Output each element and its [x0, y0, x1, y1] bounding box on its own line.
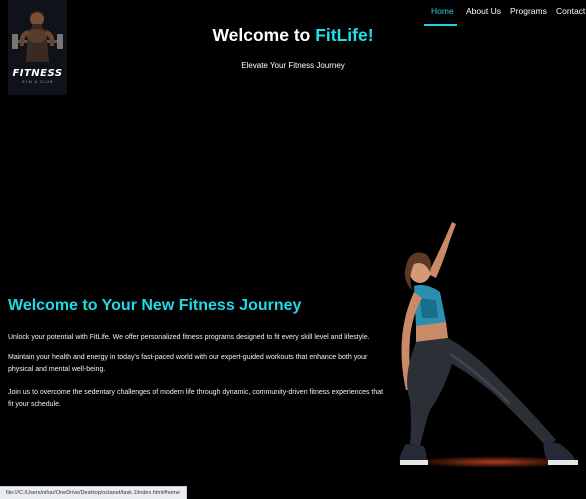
- hero-paragraph-1: Unlock your potential with FitLife. We o…: [8, 334, 370, 341]
- hero-paragraph-2: Maintain your health and energy in today…: [8, 354, 368, 373]
- site-title-brand: FitLife!: [315, 25, 374, 45]
- site-title: Welcome to FitLife!: [0, 25, 586, 46]
- nav-item-programs[interactable]: Programs: [510, 6, 547, 16]
- nav-item-about-us[interactable]: About Us: [466, 6, 501, 16]
- hero-title: Welcome to Your New Fitness Journey: [8, 297, 302, 314]
- site-tagline: Elevate Your Fitness Journey: [241, 61, 345, 70]
- logo-tagline: GYM & CLUB: [21, 80, 54, 84]
- browser-status-bar: file:///C:/Users/nihar/OneDrive/Desktop/…: [0, 486, 187, 499]
- hero-paragraph-3: Join us to overcome the sedentary challe…: [8, 389, 384, 408]
- main-nav: Home About Us Programs Contact: [0, 0, 586, 27]
- site-title-prefix: Welcome to: [212, 25, 316, 45]
- nav-item-contact[interactable]: Contact: [556, 6, 585, 16]
- athlete-image: [399, 222, 580, 468]
- nav-item-home[interactable]: Home: [431, 6, 454, 16]
